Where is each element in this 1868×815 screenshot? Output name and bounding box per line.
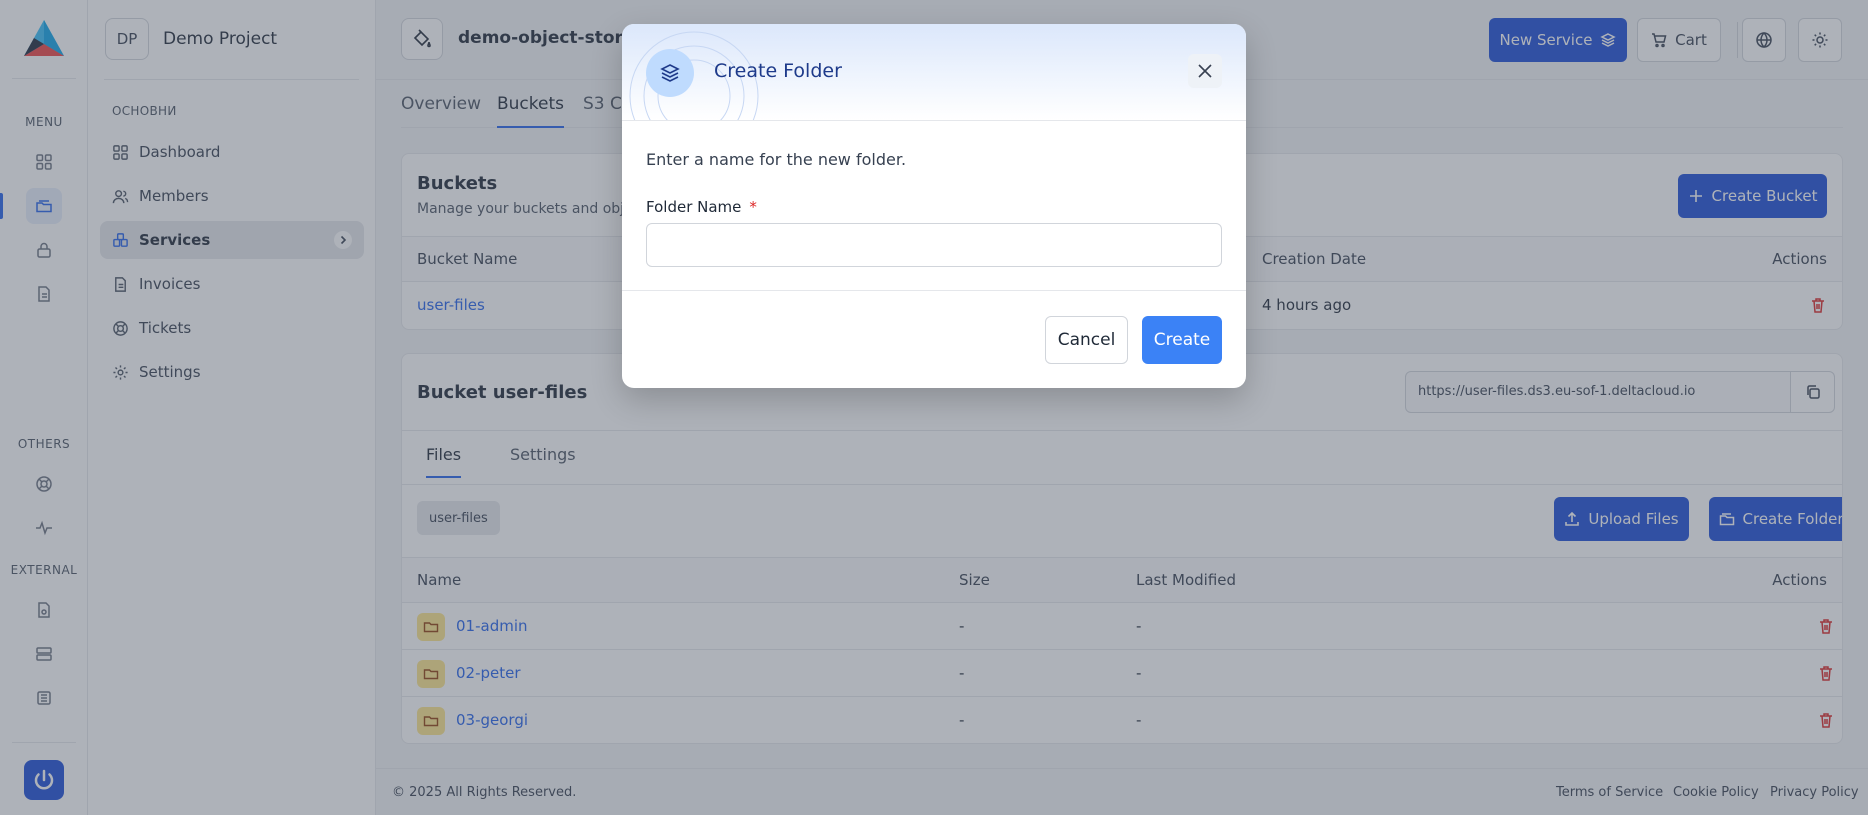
folder-name-input[interactable] <box>646 223 1222 267</box>
layers-icon <box>646 49 694 97</box>
dialog-description: Enter a name for the new folder. <box>646 150 907 169</box>
create-folder-dialog: Create Folder Enter a name for the new f… <box>622 24 1246 388</box>
dialog-header: Create Folder <box>622 24 1246 121</box>
cancel-button[interactable]: Cancel <box>1045 316 1128 364</box>
close-icon[interactable] <box>1188 54 1222 88</box>
dialog-title: Create Folder <box>714 60 842 82</box>
create-button[interactable]: Create <box>1142 316 1222 364</box>
folder-name-label: Folder Name * <box>646 198 757 216</box>
required-mark: * <box>749 198 757 216</box>
folder-name-label-text: Folder Name <box>646 198 742 216</box>
dialog-divider <box>622 290 1246 291</box>
